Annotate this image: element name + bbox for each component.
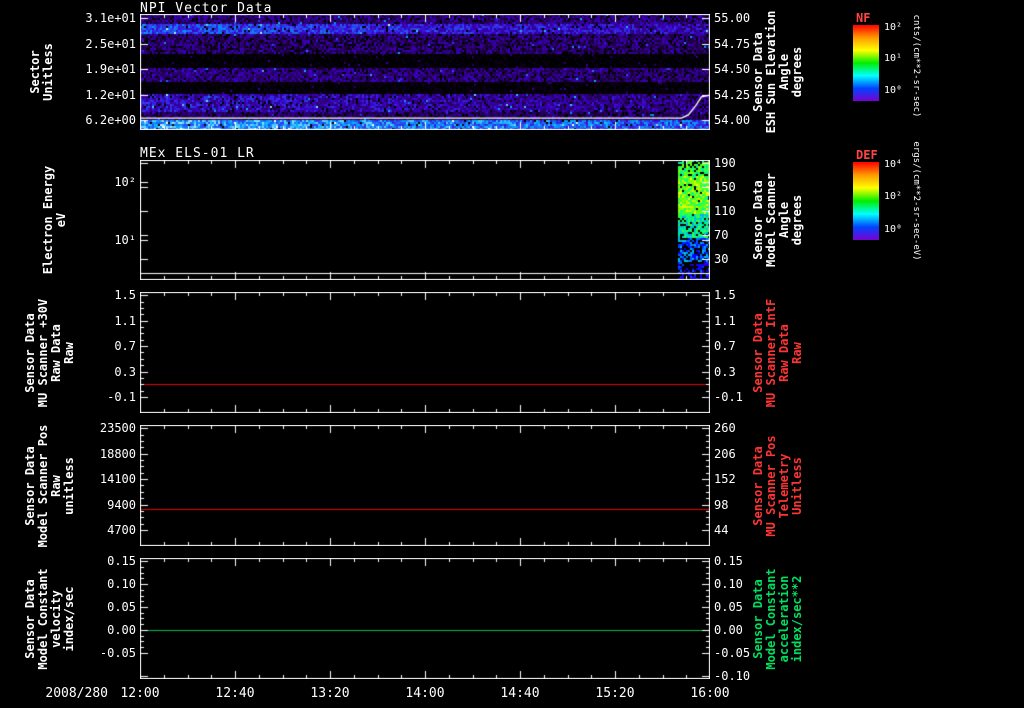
mu-scanner-raw-line-right-label-line: Raw	[790, 341, 804, 364]
right-y-tick-label: 150	[714, 180, 736, 194]
colorbar-tick-label: 10¹	[884, 53, 903, 64]
x-tick-label: 12:00	[120, 686, 160, 701]
y-tick-label: 0.15	[107, 554, 136, 568]
def-colorbar	[853, 162, 879, 240]
model-constant-velocity-line-right-label: Sensor Data Model Constant acceleration ind…	[751, 568, 804, 669]
npi-vector-spectrogram-ylabel-line: Unitless	[41, 43, 55, 101]
right-y-tick-label: 1.1	[714, 314, 736, 328]
npi-vector-spectrogram-right-label-line: degrees	[790, 46, 804, 98]
colorbar-tick-label: 10⁰	[884, 224, 903, 235]
mu-scanner-raw-line	[140, 292, 710, 413]
y-tick-label: 14100	[99, 472, 136, 486]
right-y-tick-label: 98	[714, 498, 729, 512]
colorbar-tick-label: 10⁰	[884, 85, 903, 96]
y-tick-label: 10¹	[114, 233, 136, 247]
y-tick-label: 1.1	[114, 314, 136, 328]
right-y-tick-label: 54.75	[714, 37, 751, 51]
y-tick-label: 4700	[107, 523, 136, 537]
model-constant-velocity-line-right-label-line: index/sec**2	[790, 575, 804, 662]
right-y-tick-label: 0.15	[714, 554, 743, 568]
y-tick-label: 0.00	[107, 623, 136, 637]
y-tick-label: 2.5e+01	[85, 37, 136, 51]
right-y-tick-label: 44	[714, 523, 729, 537]
x-tick-label: 14:40	[500, 686, 540, 701]
y-tick-label: 0.7	[114, 339, 136, 353]
right-y-tick-label: 206	[714, 447, 736, 461]
model-scanner-pos-line	[140, 425, 710, 546]
mu-scanner-raw-line-right-label: Sensor Data MU Scanner IntF Raw Data Raw	[751, 298, 804, 406]
y-tick-label: 9400	[107, 498, 136, 512]
model-scanner-pos-line-right-label-line: Unitless	[790, 456, 804, 515]
right-y-tick-label: 0.10	[714, 577, 743, 591]
model-constant-velocity-line-ylabel: Sensor Data Model Constant velocity index/s…	[23, 568, 76, 669]
model-constant-velocity-line	[140, 558, 710, 679]
y-tick-label: 3.1e+01	[85, 11, 136, 25]
right-y-tick-label: 54.25	[714, 88, 751, 102]
model-scanner-pos-line-ylabel: Sensor Data Model Scanner Pos Raw unitless	[23, 424, 76, 547]
right-y-tick-label: 70	[714, 228, 729, 242]
right-y-tick-label: 190	[714, 156, 736, 170]
mu-scanner-raw-line-ylabel: Sensor Data MU Scanner +30V Raw Data Raw	[23, 298, 76, 406]
nf-colorbar-name: NF	[856, 11, 871, 25]
right-y-tick-label: 55.00	[714, 11, 751, 25]
x-tick-label: 16:00	[690, 686, 730, 701]
y-tick-label: 6.2e+00	[85, 113, 136, 127]
right-y-tick-label: -0.05	[714, 646, 751, 660]
els-spectrogram-ylabel-line: eV	[54, 212, 68, 228]
right-y-tick-label: -0.10	[714, 669, 751, 683]
npi-vector-spectrogram-ylabel: Sector Unitless	[28, 43, 55, 101]
right-y-tick-label: 1.5	[714, 288, 736, 302]
nf-colorbar-unit: cnts/(cm**2-sr-sec)	[911, 14, 921, 118]
y-tick-label: 0.05	[107, 600, 136, 614]
y-tick-label: 10²	[114, 175, 136, 189]
y-tick-label: 23500	[99, 421, 136, 435]
right-y-tick-label: 30	[714, 252, 729, 266]
y-tick-label: 1.9e+01	[85, 62, 136, 76]
els-spectrogram-right-label-line: degrees	[790, 194, 804, 246]
npi-vector-spectrogram	[140, 14, 710, 130]
x-tick-label: 12:40	[215, 686, 255, 701]
model-scanner-pos-line-ylabel-line: unitless	[62, 456, 76, 515]
right-y-tick-label: -0.1	[714, 390, 743, 404]
colorbar-tick-label: 10²	[884, 191, 903, 202]
y-tick-label: -0.05	[99, 646, 136, 660]
x-tick-label: 15:20	[595, 686, 635, 701]
els-spectrogram-right-label: Sensor Data Model Scanner Angle degrees	[751, 173, 804, 267]
right-y-tick-label: 0.7	[714, 339, 736, 353]
y-tick-label: 0.3	[114, 365, 136, 379]
right-y-tick-label: 54.00	[714, 113, 751, 127]
y-tick-label: 1.5	[114, 288, 136, 302]
tplot-summary-screen: NPI Vector Data MEx ELS-01 LR 2008/280 3…	[0, 0, 1024, 708]
model-scanner-pos-line-right-label: Sensor Data MU Scanner Pos Telemetry Unitle…	[751, 435, 804, 536]
npi-vector-spectrogram-right-label: Sensor Data ESH Sun Elevation Angle degrees	[751, 11, 804, 134]
right-y-tick-label: 0.05	[714, 600, 743, 614]
right-y-tick-label: 0.00	[714, 623, 743, 637]
model-constant-velocity-line-ylabel-line: index/sec	[62, 585, 76, 652]
right-y-tick-label: 54.50	[714, 62, 751, 76]
date-label: 2008/280	[45, 686, 108, 701]
right-y-tick-label: 260	[714, 421, 736, 435]
y-tick-label: 1.2e+01	[85, 88, 136, 102]
def-colorbar-name: DEF	[856, 148, 878, 162]
y-tick-label: 18800	[99, 447, 136, 461]
right-y-tick-label: 0.3	[714, 365, 736, 379]
els-spectrogram	[140, 160, 710, 280]
right-y-tick-label: 110	[714, 204, 736, 218]
colorbar-tick-label: 10⁴	[884, 159, 903, 170]
right-y-tick-label: 152	[714, 472, 736, 486]
mu-scanner-raw-line-ylabel-line: Raw	[62, 341, 76, 364]
x-tick-label: 13:20	[310, 686, 350, 701]
def-colorbar-unit: ergs/(cm**2-sr-sec-eV)	[911, 141, 921, 261]
nf-colorbar	[853, 25, 879, 101]
x-tick-label: 14:00	[405, 686, 445, 701]
colorbar-tick-label: 10²	[884, 22, 903, 33]
els-spectrogram-ylabel: Electron Energy eV	[41, 166, 68, 274]
y-tick-label: 0.10	[107, 577, 136, 591]
y-tick-label: -0.1	[107, 390, 136, 404]
panel-title-els: MEx ELS-01 LR	[140, 146, 255, 161]
